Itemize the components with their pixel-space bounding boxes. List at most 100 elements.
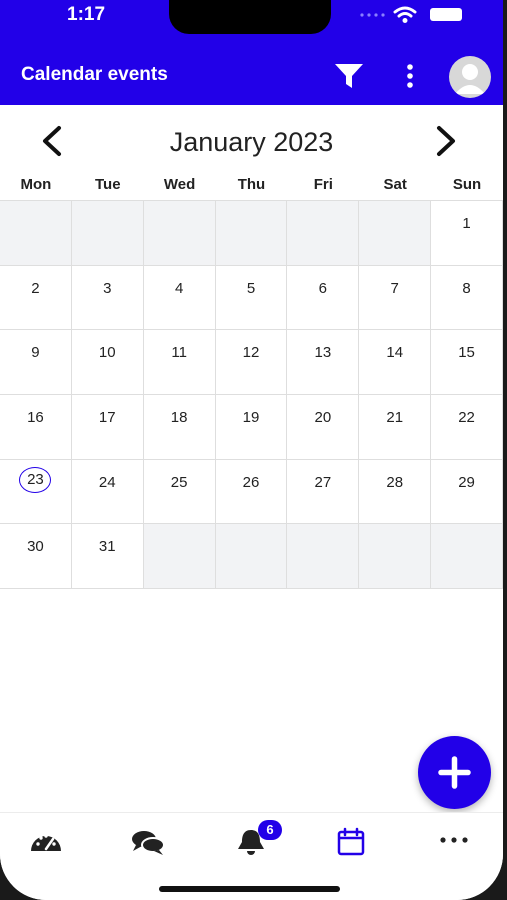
weekday-label: Sun bbox=[452, 176, 482, 193]
day-cell[interactable]: 4 bbox=[143, 265, 216, 331]
day-cell[interactable]: 19 bbox=[215, 394, 288, 460]
plus-icon bbox=[438, 756, 471, 789]
day-number: 27 bbox=[314, 473, 332, 491]
day-number: 31 bbox=[98, 538, 116, 556]
empty-day-cell bbox=[71, 201, 144, 266]
day-cell[interactable]: 7 bbox=[359, 265, 432, 331]
day-number: 12 bbox=[242, 344, 260, 362]
day-cell[interactable]: 25 bbox=[143, 459, 216, 525]
notification-badge: 6 bbox=[258, 820, 282, 840]
day-number: 4 bbox=[174, 279, 184, 297]
weekday-label: Thu bbox=[237, 176, 266, 193]
day-cell[interactable]: 29 bbox=[431, 459, 503, 525]
empty-day-cell bbox=[0, 201, 72, 266]
day-number: 16 bbox=[27, 408, 44, 426]
more-horizontal-icon[interactable] bbox=[438, 827, 470, 857]
more-vertical-icon[interactable] bbox=[400, 62, 420, 90]
empty-day-cell bbox=[215, 201, 288, 266]
weekday-header: Mon Tue Wed Thu Fri Sat Sun bbox=[0, 176, 503, 196]
day-number: 8 bbox=[462, 279, 471, 297]
user-icon bbox=[455, 64, 485, 94]
day-cell[interactable]: 26 bbox=[215, 459, 288, 525]
day-cell[interactable]: 31 bbox=[71, 524, 144, 589]
empty-day-cell bbox=[287, 201, 360, 266]
day-number: 20 bbox=[314, 408, 332, 426]
day-cell[interactable]: 2 bbox=[0, 265, 72, 331]
month-label: January 2023 bbox=[169, 127, 334, 157]
day-cell[interactable]: 15 bbox=[431, 330, 503, 395]
day-number: 10 bbox=[98, 344, 116, 362]
day-number: 14 bbox=[386, 344, 404, 362]
notch bbox=[169, 0, 331, 34]
day-cell[interactable]: 9 bbox=[0, 330, 72, 395]
calendar-icon[interactable] bbox=[336, 827, 366, 857]
day-cell[interactable]: 28 bbox=[359, 459, 432, 525]
device-frame bbox=[503, 0, 507, 900]
empty-day-cell bbox=[287, 524, 360, 589]
day-number: 15 bbox=[458, 344, 475, 362]
status-time: 1:17 bbox=[67, 4, 106, 25]
empty-day-cell bbox=[359, 524, 432, 589]
empty-day-cell bbox=[431, 524, 503, 589]
day-number: 17 bbox=[98, 408, 116, 426]
speedometer-icon[interactable] bbox=[29, 827, 63, 857]
empty-day-cell bbox=[359, 201, 432, 266]
page-title: Calendar events bbox=[21, 64, 168, 85]
weekday-label: Sat bbox=[383, 176, 407, 193]
day-number: 11 bbox=[171, 344, 187, 362]
day-cell[interactable]: 8 bbox=[431, 265, 503, 331]
day-cell[interactable]: 5 bbox=[215, 265, 288, 331]
day-number: 18 bbox=[170, 408, 188, 426]
day-cell[interactable]: 16 bbox=[0, 394, 72, 460]
day-number: 28 bbox=[386, 473, 404, 491]
day-cell[interactable]: 1 bbox=[431, 201, 503, 266]
day-cell[interactable]: 22 bbox=[431, 394, 503, 460]
app-header: 1:17 Calendar events bbox=[0, 0, 503, 105]
home-indicator[interactable] bbox=[159, 886, 340, 892]
day-cell[interactable]: 10 bbox=[71, 330, 144, 395]
weekday-label: Tue bbox=[94, 176, 121, 193]
day-cell[interactable]: 21 bbox=[359, 394, 432, 460]
battery-icon bbox=[430, 8, 462, 21]
day-number: 24 bbox=[98, 473, 116, 491]
day-cell[interactable]: 11 bbox=[143, 330, 216, 395]
day-number: 7 bbox=[390, 279, 399, 297]
add-event-button[interactable] bbox=[418, 736, 491, 809]
weekday-label: Fri bbox=[313, 176, 333, 193]
day-cell[interactable]: 12 bbox=[215, 330, 288, 395]
empty-day-cell bbox=[215, 524, 288, 589]
day-number: 9 bbox=[31, 344, 40, 362]
day-number: 21 bbox=[386, 408, 404, 426]
day-cell[interactable]: 27 bbox=[287, 459, 360, 525]
today-cell[interactable]: 23 bbox=[0, 459, 72, 525]
day-cell[interactable]: 18 bbox=[143, 394, 216, 460]
day-cell[interactable]: 24 bbox=[71, 459, 144, 525]
weekday-label: Mon bbox=[20, 176, 52, 193]
avatar[interactable] bbox=[449, 56, 491, 98]
day-cell[interactable]: 6 bbox=[287, 265, 360, 331]
day-number: 30 bbox=[27, 538, 44, 556]
signal-icon bbox=[360, 13, 385, 17]
day-number: 19 bbox=[242, 408, 260, 426]
chat-bubbles-icon[interactable] bbox=[130, 827, 166, 857]
day-cell[interactable]: 13 bbox=[287, 330, 360, 395]
day-cell[interactable]: 20 bbox=[287, 394, 360, 460]
day-number: 5 bbox=[246, 279, 256, 297]
day-cell[interactable]: 14 bbox=[359, 330, 432, 395]
day-number: 3 bbox=[103, 279, 112, 297]
day-number: 23 bbox=[19, 466, 52, 493]
day-number: 2 bbox=[31, 279, 40, 297]
wifi-icon bbox=[393, 6, 417, 23]
filter-icon[interactable] bbox=[333, 62, 365, 90]
day-cell[interactable]: 30 bbox=[0, 524, 72, 589]
day-cell[interactable]: 17 bbox=[71, 394, 144, 460]
day-number: 22 bbox=[458, 408, 475, 426]
day-cell[interactable]: 3 bbox=[71, 265, 144, 331]
day-number: 13 bbox=[314, 344, 332, 362]
day-number: 29 bbox=[458, 473, 475, 491]
weekday-label: Wed bbox=[163, 176, 196, 193]
empty-day-cell bbox=[143, 201, 216, 266]
day-number: 25 bbox=[170, 473, 188, 491]
day-number: 6 bbox=[318, 279, 328, 297]
chevron-right-icon[interactable] bbox=[430, 124, 462, 158]
